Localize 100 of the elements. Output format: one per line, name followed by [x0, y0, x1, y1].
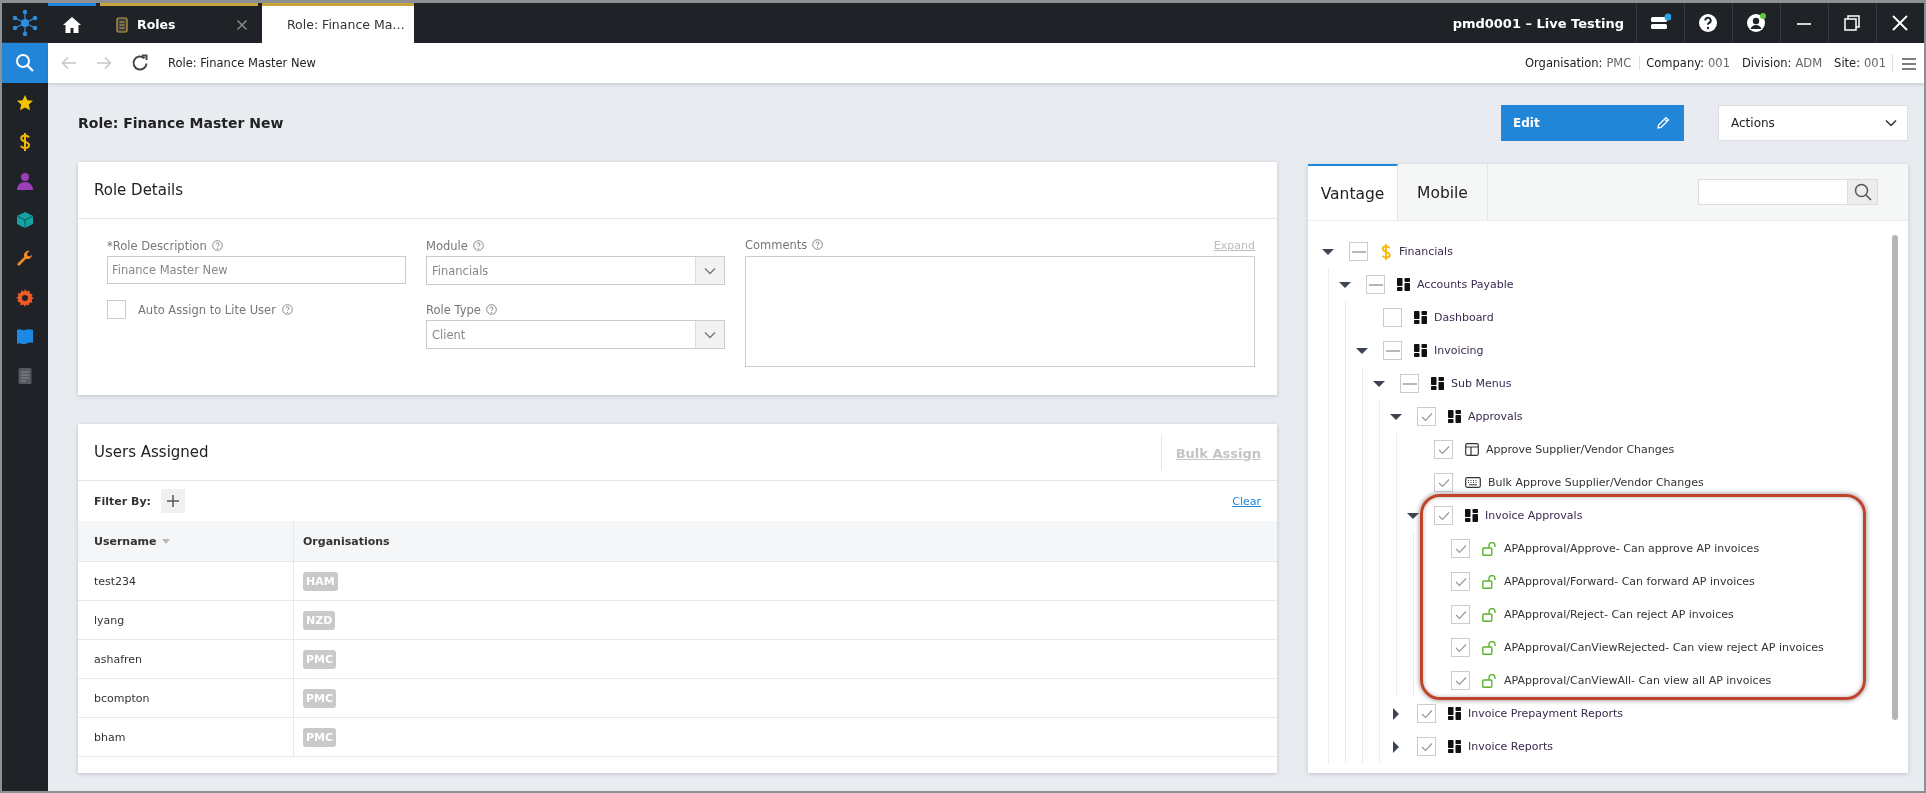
table-cell: lyang	[78, 601, 294, 639]
tree-item[interactable]: APApproval/CanViewAll- Can view all AP invoices	[1504, 674, 1772, 687]
checkbox[interactable]	[107, 300, 126, 319]
checkmark-icon	[1437, 477, 1450, 488]
help-icon[interactable]	[1698, 13, 1719, 33]
unlocked-icon	[1482, 574, 1497, 589]
context-value: ADM	[1795, 56, 1823, 70]
tree-item[interactable]: Accounts Payable	[1417, 278, 1514, 291]
search-icon	[1853, 183, 1872, 201]
unlocked-icon	[1482, 640, 1497, 655]
column-header[interactable]: Organisations	[294, 521, 1277, 561]
checkbox[interactable]	[1383, 308, 1402, 327]
document-icon	[17, 366, 33, 385]
module-icon	[1397, 278, 1410, 291]
close-icon[interactable]	[1890, 13, 1911, 33]
tree-item[interactable]: Invoice Reports	[1468, 740, 1554, 753]
module-icon	[1414, 344, 1427, 357]
search-button[interactable]	[1848, 179, 1878, 205]
checkbox[interactable]	[1417, 704, 1436, 723]
dropdown-field[interactable]: Client	[426, 320, 725, 349]
window-icon	[1465, 443, 1479, 456]
comments-field[interactable]	[745, 256, 1255, 367]
checkbox[interactable]	[1434, 440, 1453, 459]
tree-item[interactable]: Dashboard	[1434, 311, 1494, 324]
document-icon	[116, 16, 128, 33]
card-title: Role Details	[94, 181, 184, 199]
checkbox[interactable]	[1417, 737, 1436, 756]
add-filter-button[interactable]	[161, 489, 185, 513]
tree-item[interactable]: APApproval/Forward- Can forward AP invoices	[1504, 575, 1755, 588]
chevron-down-icon	[1885, 118, 1897, 127]
refresh-icon[interactable]	[131, 54, 149, 72]
wrench-icon	[16, 249, 34, 268]
checkbox[interactable]	[1349, 242, 1368, 261]
tree-item[interactable]: Approvals	[1468, 410, 1523, 423]
checkbox[interactable]	[1383, 341, 1402, 360]
checkbox[interactable]	[1366, 275, 1385, 294]
page-title: Role: Finance Master New	[78, 114, 285, 131]
field-label: *Role Description	[107, 238, 207, 253]
checkmark-icon	[1420, 741, 1433, 752]
checkmark-icon	[1454, 675, 1467, 686]
plus-icon	[167, 495, 179, 507]
checkbox[interactable]	[1451, 671, 1470, 690]
checkbox[interactable]	[1434, 506, 1453, 525]
context-value: 001	[1864, 56, 1886, 70]
tree-item[interactable]: Financials	[1399, 245, 1453, 258]
caret-right-icon[interactable]	[1390, 740, 1402, 753]
star-icon	[16, 93, 34, 112]
caret-right-icon[interactable]	[1390, 707, 1402, 720]
tree-item[interactable]: APApproval/CanViewRejected- Can view reject AP invoices	[1504, 641, 1824, 654]
checkbox[interactable]	[1451, 605, 1470, 624]
checkbox[interactable]	[1451, 638, 1470, 657]
tree-item[interactable]: Invoicing	[1434, 344, 1484, 357]
checkbox[interactable]	[1451, 572, 1470, 591]
tree-item[interactable]: Approve Supplier/Vendor Changes	[1486, 443, 1675, 456]
tab[interactable]: Mobile	[1398, 164, 1488, 220]
flag-icon	[16, 327, 34, 346]
checkbox[interactable]	[1434, 473, 1453, 492]
person-icon	[16, 171, 34, 190]
context-label: Division:	[1742, 56, 1792, 70]
module-icon	[1431, 377, 1444, 390]
clear-link[interactable]: Clear	[1232, 494, 1261, 508]
field-label: Role Type	[426, 302, 481, 317]
context-label: Company:	[1646, 56, 1705, 70]
column-header[interactable]: Username	[78, 521, 294, 561]
dash-icon	[1368, 283, 1383, 286]
filter-label: Filter By:	[94, 494, 151, 508]
tree-item[interactable]: Invoice Approvals	[1485, 509, 1583, 522]
actions-dropdown[interactable]: Actions	[1718, 104, 1908, 141]
chevron-down-icon[interactable]	[704, 266, 716, 275]
checkmark-icon	[1454, 543, 1467, 554]
table-cell: ashafren	[78, 640, 294, 678]
sort-icon[interactable]	[161, 538, 170, 544]
tab[interactable]: Vantage	[1308, 164, 1398, 220]
tree-item[interactable]: Bulk Approve Supplier/Vendor Changes	[1488, 476, 1704, 489]
dropdown-field[interactable]: Financials	[426, 256, 725, 285]
tree-item[interactable]: Invoice Prepayment Reports	[1468, 707, 1623, 720]
menu-icon[interactable]	[1902, 58, 1916, 70]
tree-item[interactable]: APApproval/Reject- Can reject AP invoices	[1504, 608, 1734, 621]
checkmark-icon	[1420, 411, 1433, 422]
scrollbar[interactable]	[1892, 235, 1898, 720]
user-icon[interactable]	[1746, 13, 1767, 33]
tab[interactable]: Role: Finance Ma…	[262, 3, 414, 43]
edit-button[interactable]: Edit	[1501, 104, 1684, 141]
card-title: Users Assigned	[94, 443, 209, 461]
tree-item[interactable]: Sub Menus	[1451, 377, 1512, 390]
context-value: PMC	[1606, 56, 1632, 70]
logo-icon	[11, 8, 39, 37]
field-label: Module	[426, 238, 468, 253]
chevron-down-icon[interactable]	[704, 330, 716, 339]
tree-item[interactable]: APApproval/Approve- Can approve AP invoices	[1504, 542, 1760, 555]
search-field[interactable]	[1698, 179, 1848, 205]
checkbox[interactable]	[1400, 374, 1419, 393]
dollar-icon	[1380, 242, 1392, 261]
checkbox[interactable]	[1417, 407, 1436, 426]
field-label: Comments	[745, 237, 808, 252]
gear-icon	[16, 288, 34, 307]
unlocked-icon	[1482, 607, 1497, 622]
text-field[interactable]: Finance Master New	[107, 256, 406, 284]
restore-icon[interactable]	[1842, 13, 1863, 33]
checkbox[interactable]	[1451, 539, 1470, 558]
